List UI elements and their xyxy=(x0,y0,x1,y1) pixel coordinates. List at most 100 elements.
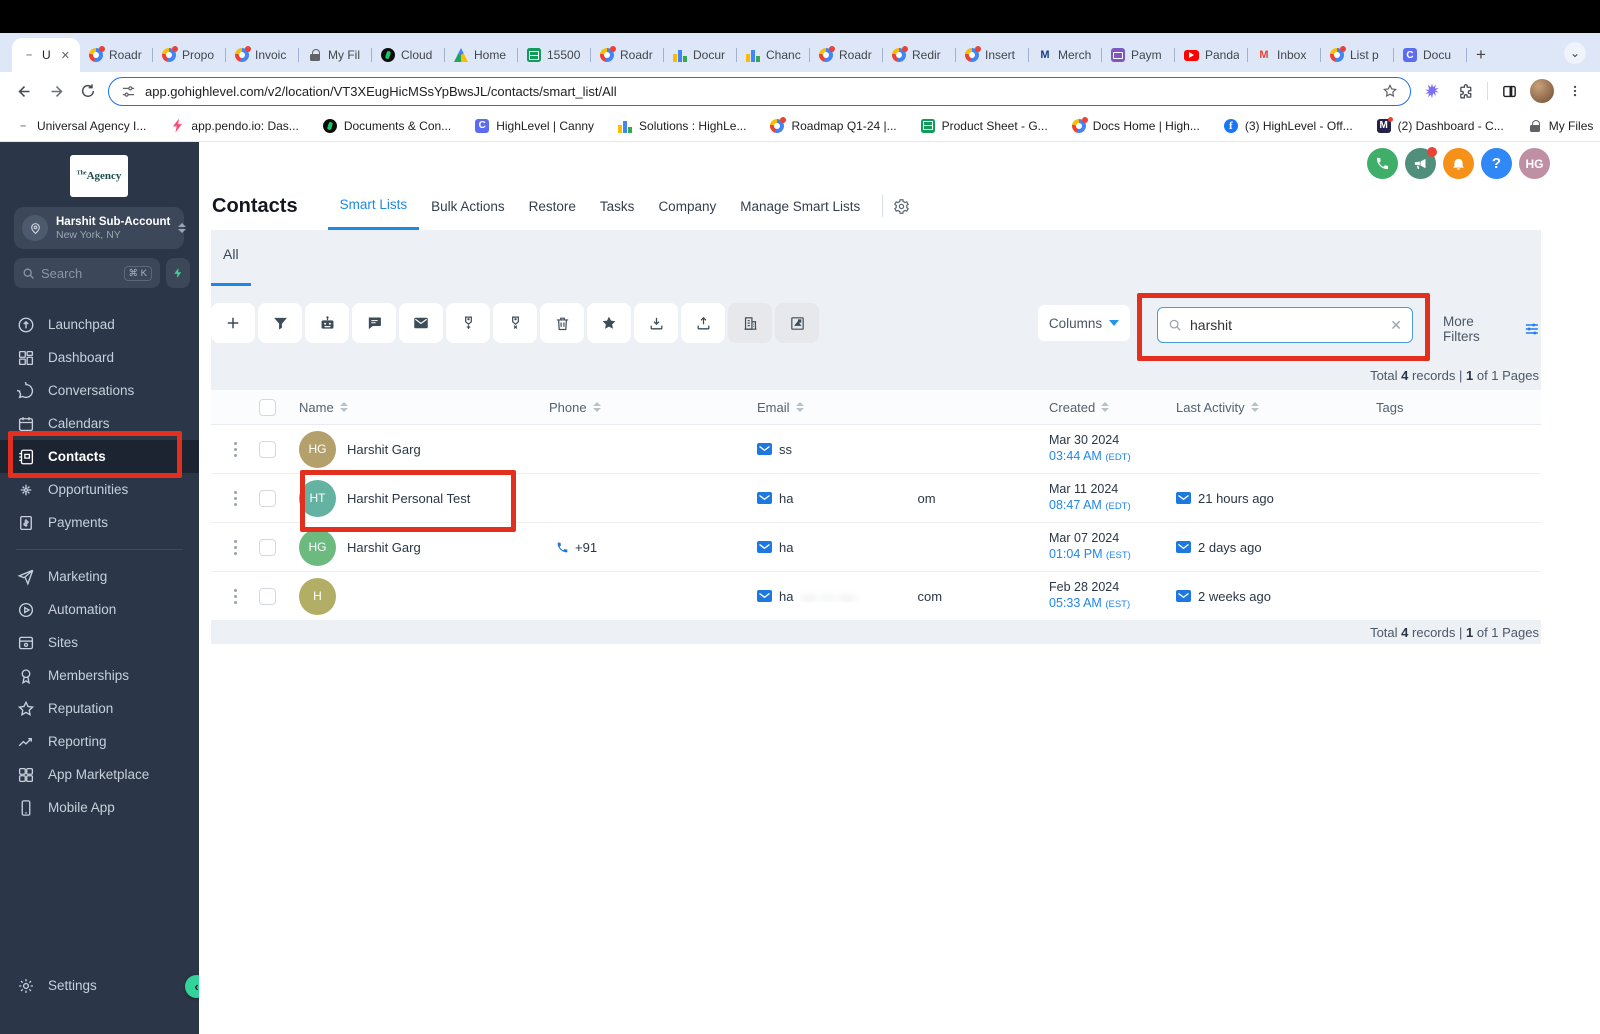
sidebar-search[interactable]: Search ⌘ K xyxy=(14,258,160,288)
sidebar-item-opportunities[interactable]: Opportunities xyxy=(0,473,199,506)
add-tag-button[interactable] xyxy=(446,303,490,343)
help-icon[interactable]: ? xyxy=(1481,148,1512,179)
account-switcher[interactable]: Harshit Sub-Account New York, NY xyxy=(14,207,187,249)
columns-dropdown[interactable]: Columns xyxy=(1038,305,1130,341)
bookmark-star-icon[interactable] xyxy=(1382,83,1398,99)
tab-manage-smart-lists[interactable]: Manage Smart Lists xyxy=(728,182,872,230)
tab-search-chevron-icon[interactable]: ⌄ xyxy=(1564,42,1586,64)
browser-tab[interactable]: Panda xyxy=(1175,38,1248,72)
sort-icon[interactable] xyxy=(592,402,601,412)
row-checkbox[interactable] xyxy=(259,538,276,556)
new-tab-button[interactable]: + xyxy=(1467,41,1495,69)
sidebar-item-dashboard[interactable]: Dashboard xyxy=(0,341,199,374)
smart-list-settings-gear-icon[interactable] xyxy=(893,198,910,215)
forward-button[interactable] xyxy=(44,79,68,103)
company-view-button[interactable] xyxy=(728,303,772,343)
contact-name[interactable]: Harshit Garg xyxy=(347,540,421,555)
table-row[interactable]: HG Harshit Garg ss Mar 30 2024 03:44 AM (E… xyxy=(211,425,1541,474)
table-row[interactable]: H ha ••• •• ••• com Feb 28 2024 05:33 AM (E… xyxy=(211,572,1541,621)
account-expand-icon[interactable] xyxy=(178,223,187,233)
add-contact-button[interactable] xyxy=(211,303,255,343)
browser-tab[interactable]: Chanc xyxy=(737,38,810,72)
browser-tab[interactable]: Insert xyxy=(956,38,1029,72)
sidebar-item-sites[interactable]: Sites xyxy=(0,626,199,659)
browser-tab[interactable]: Inbox xyxy=(1248,38,1321,72)
browser-tab[interactable]: Home xyxy=(445,38,518,72)
delete-button[interactable] xyxy=(540,303,584,343)
browser-tab[interactable]: Merch xyxy=(1029,38,1102,72)
contact-name[interactable]: Harshit Garg xyxy=(347,442,421,457)
merge-contacts-button[interactable] xyxy=(775,303,819,343)
bookmark[interactable]: Roadmap Q1-24 |... xyxy=(770,116,897,133)
bookmark[interactable]: Solutions : HighLe... xyxy=(618,118,746,133)
megaphone-icon[interactable] xyxy=(1405,147,1437,179)
browser-profile-avatar[interactable] xyxy=(1530,79,1554,103)
column-header-email[interactable]: Email xyxy=(749,400,1049,415)
sidebar-item-launchpad[interactable]: Launchpad xyxy=(0,308,199,341)
bookmark[interactable]: Product Sheet - G... xyxy=(920,118,1048,133)
browser-tab[interactable]: Redir xyxy=(883,38,956,72)
browser-tab[interactable]: Docu xyxy=(1394,38,1467,72)
site-settings-icon[interactable] xyxy=(121,84,136,99)
tab-company[interactable]: Company xyxy=(646,182,728,230)
bell-icon[interactable] xyxy=(1443,148,1474,179)
tab-smart-lists[interactable]: Smart Lists xyxy=(327,182,420,230)
quick-actions-button[interactable] xyxy=(166,258,190,288)
sidebar-item-calendars[interactable]: Calendars xyxy=(0,407,199,440)
url-bar[interactable]: app.gohighlevel.com/v2/location/VT3XEugH… xyxy=(108,76,1411,106)
extension-burst-icon[interactable] xyxy=(1419,78,1445,104)
close-tab-icon[interactable]: ✕ xyxy=(61,49,70,62)
contact-search-input[interactable] xyxy=(1190,317,1383,333)
select-all-checkbox[interactable] xyxy=(259,398,276,416)
browser-tab[interactable]: My Fil xyxy=(299,38,372,72)
browser-tab[interactable]: Roadr xyxy=(591,38,664,72)
sort-icon[interactable] xyxy=(1101,402,1110,412)
filter-button[interactable] xyxy=(258,303,302,343)
column-header-last-activity[interactable]: Last Activity xyxy=(1176,400,1376,415)
column-header-name[interactable]: Name xyxy=(299,400,549,415)
browser-tab[interactable]: Roadr xyxy=(80,38,153,72)
browser-menu-kebab-icon[interactable] xyxy=(1562,78,1588,104)
table-row[interactable]: HT Harshit Personal Test ha om Mar 11 2024… xyxy=(211,474,1541,523)
browser-tab[interactable]: Invoic xyxy=(226,38,299,72)
bookmark[interactable]: Docs Home | High... xyxy=(1071,116,1200,133)
sms-button[interactable] xyxy=(352,303,396,343)
bookmark[interactable]: (2) Dashboard - C... xyxy=(1376,116,1504,133)
browser-tab[interactable]: Propo xyxy=(153,38,226,72)
browser-tab[interactable]: Cloud xyxy=(372,38,445,72)
bookmark[interactable]: Universal Agency I... xyxy=(16,119,146,133)
browser-tab[interactable]: Roadr xyxy=(810,38,883,72)
bookmark[interactable]: Documents & Con... xyxy=(322,118,451,133)
column-header-phone[interactable]: Phone xyxy=(549,400,749,415)
sidebar-item-automation[interactable]: Automation xyxy=(0,593,199,626)
contact-name[interactable]: Harshit Personal Test xyxy=(347,491,470,506)
contact-search-box[interactable]: ✕ xyxy=(1157,307,1413,343)
sidebar-item-contacts[interactable]: Contacts xyxy=(0,440,199,473)
user-avatar[interactable]: HG xyxy=(1519,148,1550,179)
browser-tab[interactable]: Docur xyxy=(664,38,737,72)
sort-icon[interactable] xyxy=(795,402,804,412)
row-checkbox[interactable] xyxy=(259,440,276,458)
bookmark[interactable]: app.pendo.io: Das... xyxy=(170,118,299,133)
reload-button[interactable] xyxy=(76,79,100,103)
browser-tab[interactable]: List p xyxy=(1321,38,1394,72)
row-menu-kebab-icon[interactable] xyxy=(233,441,237,457)
subtab-all[interactable]: All xyxy=(223,246,239,262)
favorite-button[interactable] xyxy=(587,303,631,343)
sidebar-item-conversations[interactable]: Conversations xyxy=(0,374,199,407)
bookmark[interactable]: (3) HighLevel - Off... xyxy=(1223,118,1353,133)
tab-tasks[interactable]: Tasks xyxy=(588,182,647,230)
more-filters-button[interactable]: More Filters xyxy=(1443,314,1541,344)
export-button[interactable] xyxy=(681,303,725,343)
row-menu-kebab-icon[interactable] xyxy=(233,539,237,555)
bookmark[interactable]: HighLevel | Canny xyxy=(475,118,594,133)
table-row[interactable]: HG Harshit Garg +91 ha Mar 07 2024 01:04 P… xyxy=(211,523,1541,572)
browser-tab[interactable]: 15500 xyxy=(518,38,591,72)
sidebar-item-reporting[interactable]: Reporting xyxy=(0,725,199,758)
side-panel-icon[interactable] xyxy=(1496,78,1522,104)
row-checkbox[interactable] xyxy=(259,587,276,605)
bookmark[interactable]: My Files xyxy=(1528,119,1593,133)
sidebar-item-app-marketplace[interactable]: App Marketplace xyxy=(0,758,199,791)
sidebar-item-mobile-app[interactable]: Mobile App xyxy=(0,791,199,824)
sidebar-item-marketing[interactable]: Marketing xyxy=(0,560,199,593)
